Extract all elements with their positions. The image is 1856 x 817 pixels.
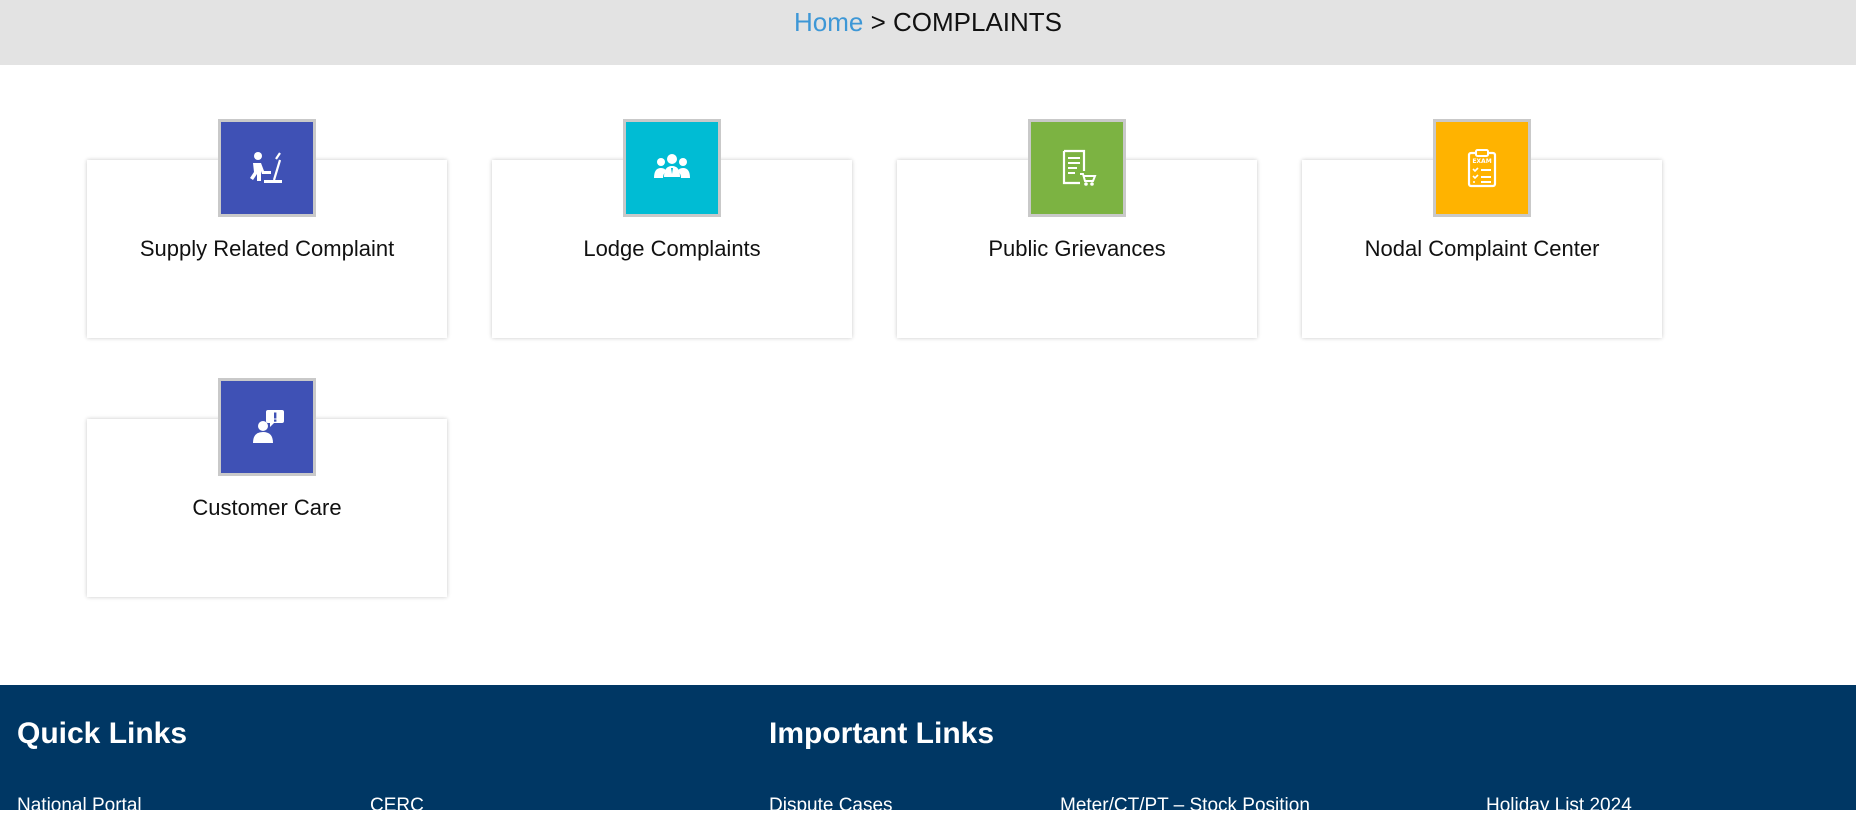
tile-nodal-complaint-center[interactable]: EXAM — [1433, 119, 1531, 217]
card-title[interactable]: Nodal Complaint Center — [1302, 236, 1662, 262]
important-links-heading: Important Links — [769, 717, 995, 750]
breadcrumb-current: COMPLAINTS — [892, 7, 1063, 37]
footer-link-dispute-cases[interactable]: Dispute Cases — [769, 795, 893, 817]
footer-link-national-portal[interactable]: National Portal — [17, 795, 142, 817]
document-cart-icon — [1062, 149, 1097, 186]
exam-clipboard-icon: EXAM — [1467, 149, 1497, 188]
tile-customer-care[interactable] — [218, 378, 316, 476]
footer-link-stock-position[interactable]: Meter/CT/PT – Stock Position — [1060, 795, 1310, 817]
card-title[interactable]: Lodge Complaints — [492, 236, 852, 262]
breadcrumb: Home > COMPLAINTS — [0, 8, 1856, 36]
footer-link-holiday-list[interactable]: Holiday List 2024 — [1486, 795, 1632, 817]
breadcrumb-home-link[interactable]: Home — [794, 7, 863, 37]
tile-supply-related-complaint[interactable] — [218, 119, 316, 217]
group-icon — [654, 154, 690, 178]
footer: Quick Links Important Links National Por… — [0, 685, 1856, 816]
footer-link-cerc[interactable]: CERC — [370, 795, 424, 817]
card-title[interactable]: Supply Related Complaint — [87, 236, 447, 262]
card-title[interactable]: Customer Care — [87, 495, 447, 521]
breadcrumb-bar: Home > COMPLAINTS — [0, 0, 1856, 65]
tile-lodge-complaints[interactable] — [623, 119, 721, 217]
quick-links-heading: Quick Links — [17, 717, 188, 750]
tile-public-grievances[interactable] — [1028, 119, 1126, 217]
exam-label: EXAM — [1472, 158, 1491, 165]
breadcrumb-separator: > — [870, 7, 886, 37]
person-at-desk-icon — [250, 152, 282, 183]
person-alert-icon — [253, 410, 284, 443]
card-title[interactable]: Public Grievances — [897, 236, 1257, 262]
